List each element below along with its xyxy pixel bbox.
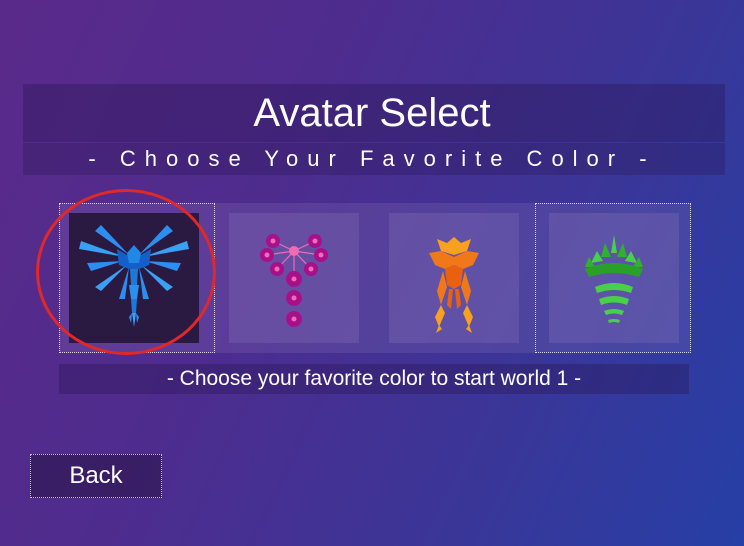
green-crown-avatar-icon xyxy=(585,235,643,323)
selection-highlight-ring xyxy=(36,189,216,355)
back-button[interactable]: Back xyxy=(30,454,162,498)
page-title: Avatar Select xyxy=(253,91,491,135)
magenta-orb-avatar-icon xyxy=(260,234,328,327)
page-subtitle: - Choose Your Favorite Color - xyxy=(88,146,656,171)
avatar-card-orange[interactable] xyxy=(389,213,519,343)
avatar-card-green[interactable] xyxy=(549,213,679,343)
orange-flame-avatar-icon xyxy=(429,237,479,333)
start-world-message: - Choose your favorite color to start wo… xyxy=(166,367,582,390)
avatar-card-magenta[interactable] xyxy=(229,213,359,343)
